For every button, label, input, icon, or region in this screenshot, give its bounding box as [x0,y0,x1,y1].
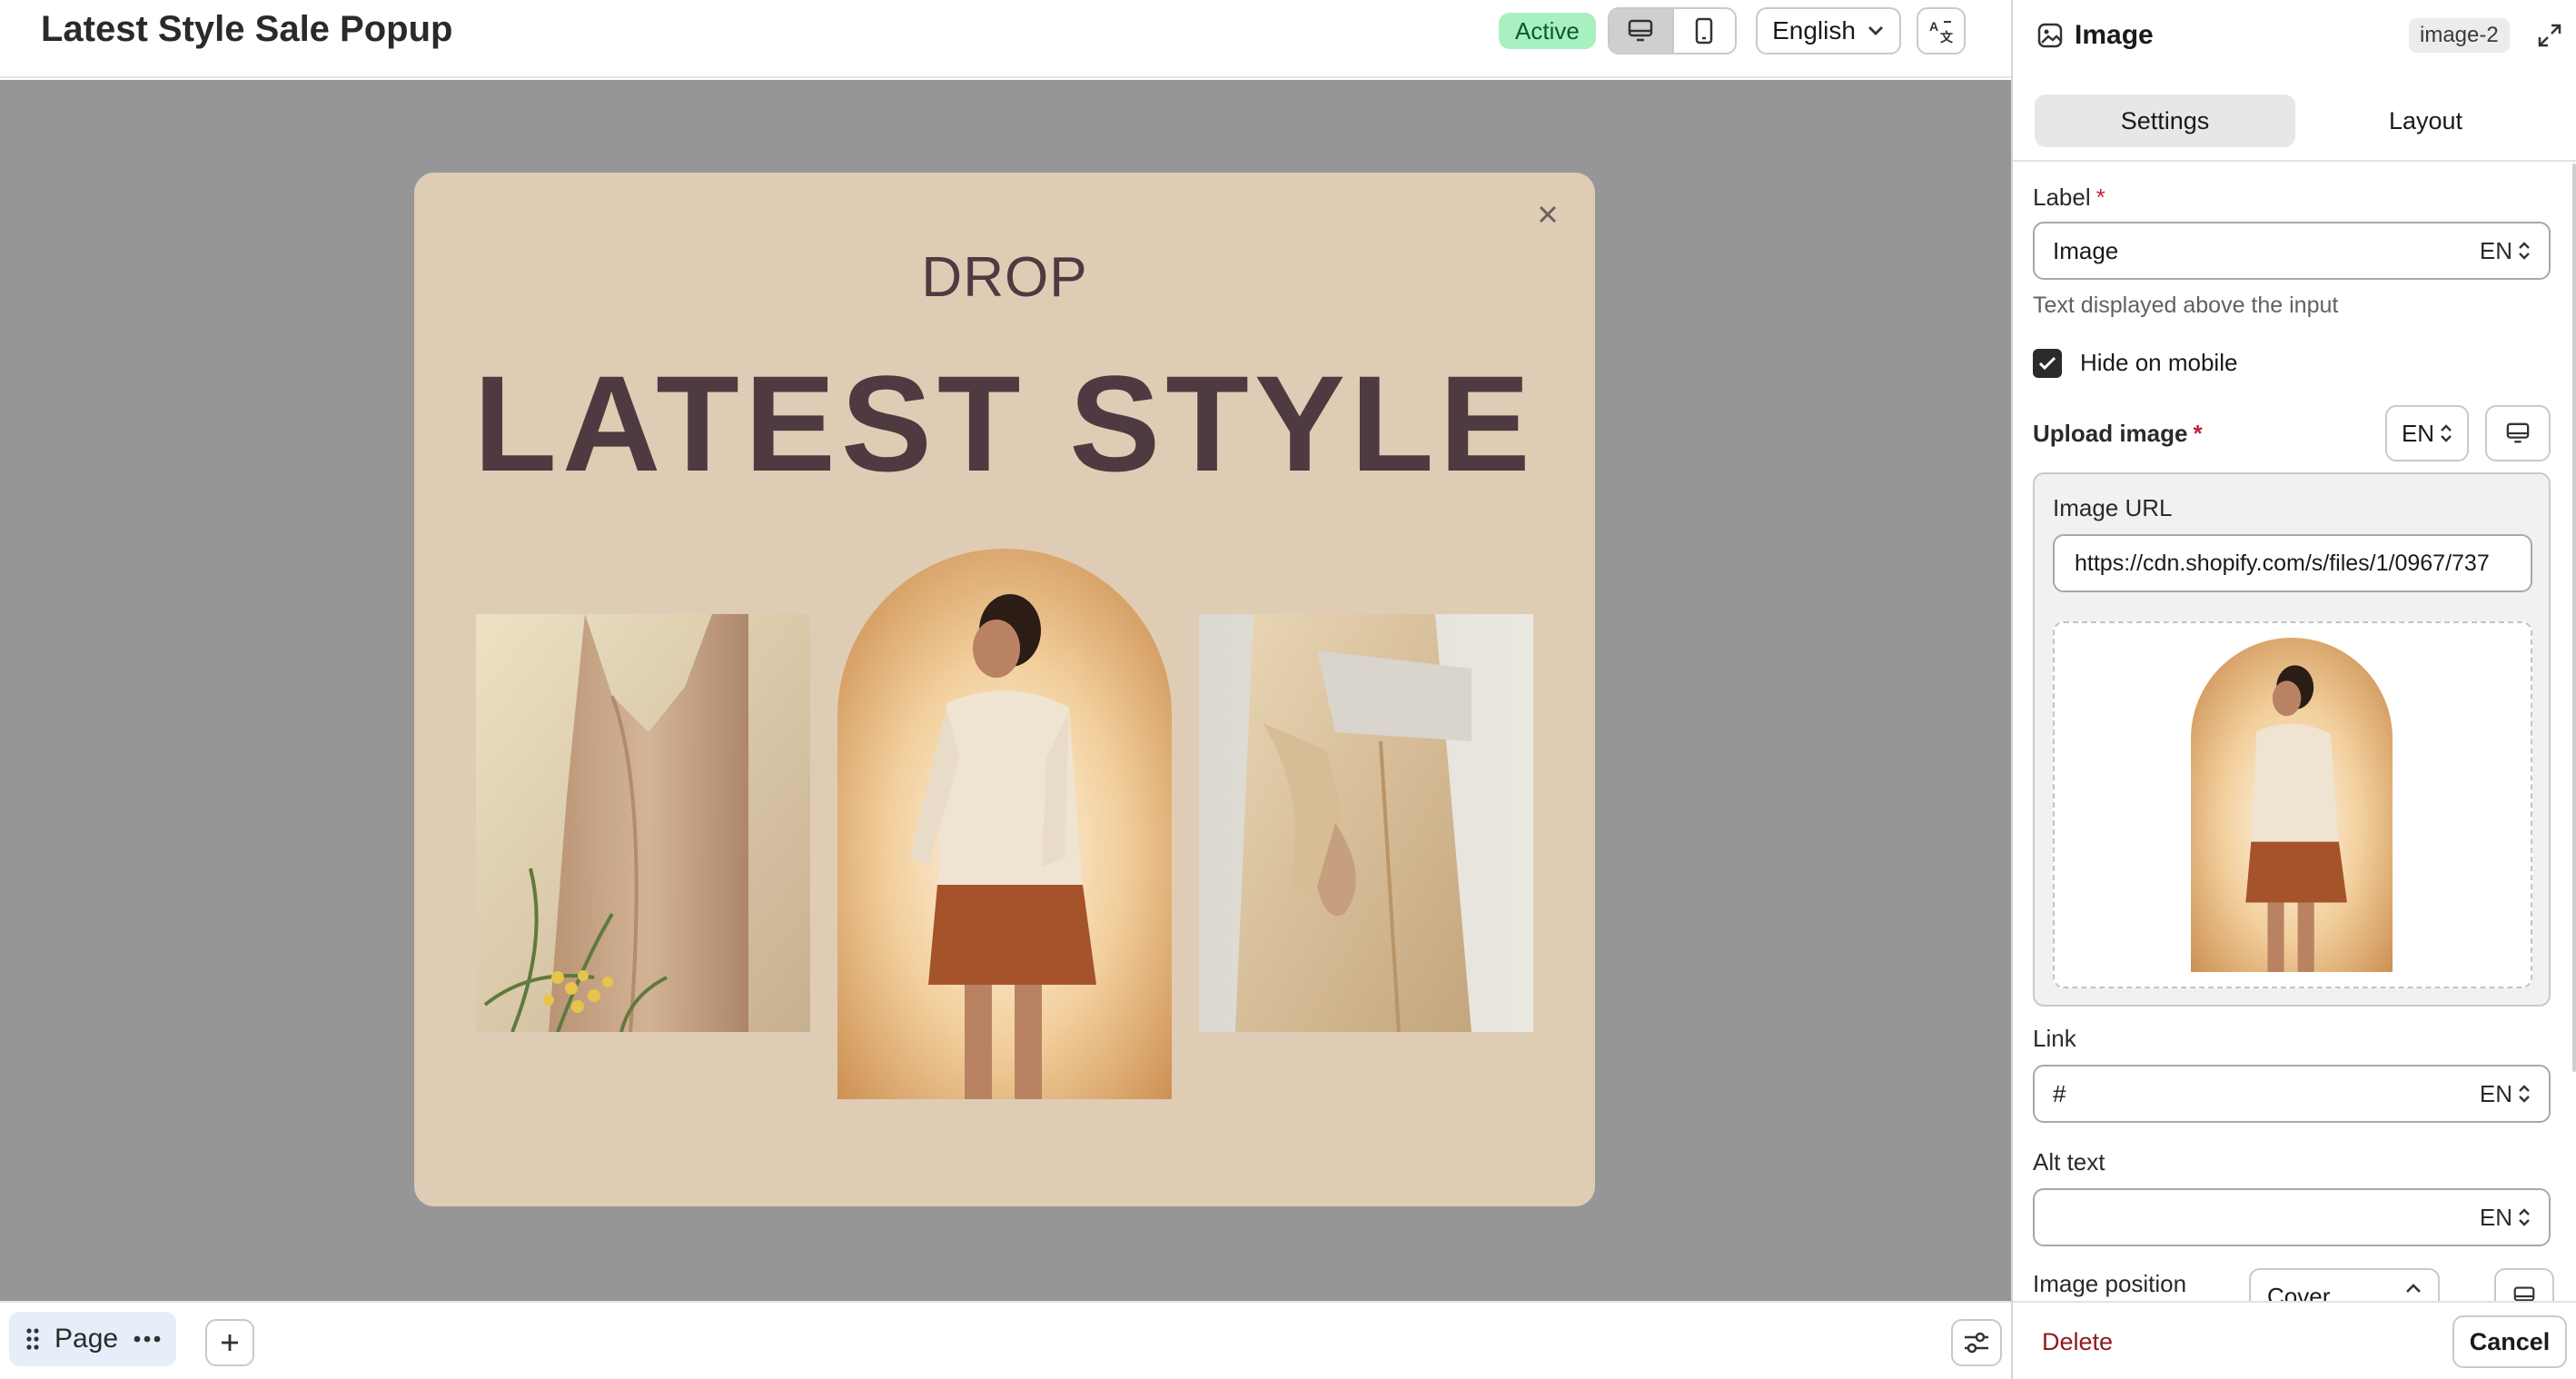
bottom-bar: Page [0,1301,2011,1379]
element-id-badge: image-2 [2409,18,2510,53]
link-label: Link [2033,1025,2076,1052]
page-selector[interactable]: Page [9,1312,176,1366]
drag-handle-icon [26,1328,39,1350]
sale-popup[interactable]: DROP LATEST STYLE [414,173,1595,1206]
image-icon [2037,23,2063,48]
dress-image[interactable] [476,614,810,1032]
upload-device-button[interactable] [2485,405,2551,461]
tabs-divider [2013,160,2576,162]
label-input-value: Image [2053,236,2119,264]
panel-footer: Delete Cancel [2013,1301,2576,1379]
image-dropzone[interactable] [2053,621,2532,988]
mobile-icon [1696,17,1713,45]
desktop-icon [1629,19,1653,42]
alt-locale-select[interactable]: EN [2480,1204,2531,1232]
model-image[interactable] [837,549,1172,1099]
image-preview-thumbnail [2191,638,2393,972]
svg-text:A: A [1929,19,1938,34]
add-page-button[interactable] [205,1319,254,1366]
editor-canvas: DROP LATEST STYLE [0,80,2011,1301]
panel-header: Image image-2 [2013,0,2576,73]
chevron-down-icon [1868,26,1883,35]
chevron-updown-icon [2519,1208,2530,1226]
canvas-settings-button[interactable] [1951,1319,2002,1366]
svg-text:文: 文 [1940,30,1954,45]
hide-mobile-label: Hide on mobile [2080,349,2238,376]
language-select[interactable]: English [1756,7,1901,55]
translate-button[interactable]: A文 [1917,7,1966,55]
panel-title: Image [2075,20,2154,50]
label-locale-select[interactable]: EN [2480,237,2531,265]
panel-scrollbar[interactable] [2572,164,2576,1072]
chevron-updown-icon [2519,1085,2530,1103]
translate-icon: A文 [1929,19,1954,45]
desktop-icon [2506,422,2530,443]
checkmark-icon [2038,356,2056,371]
tab-settings[interactable]: Settings [2035,94,2295,147]
label-field-label: Label * [2033,184,2105,211]
link-input[interactable]: # EN [2033,1065,2551,1123]
page-label: Page [54,1324,119,1354]
coat-image[interactable] [1199,614,1533,1032]
top-bar: Latest Style Sale Popup Active English A… [0,0,2011,78]
desktop-view-button[interactable] [1610,9,1672,53]
label-input[interactable]: Image EN [2033,222,2551,280]
image-position-label: Image position [2033,1270,2187,1297]
upload-image-box: Image URL https://cdn.shopify.com/s/file… [2033,472,2551,1007]
plus-icon [222,1334,238,1351]
link-input-value: # [2053,1079,2066,1107]
close-icon [1539,205,1557,223]
page-title: Latest Style Sale Popup [41,9,453,49]
alt-text-label: Alt text [2033,1148,2105,1176]
more-icon[interactable] [133,1334,162,1344]
alt-text-input[interactable]: EN [2033,1188,2551,1246]
required-marker: * [2095,184,2105,211]
image-url-label: Image URL [2053,494,2173,521]
popup-close-button[interactable] [1531,198,1564,231]
tab-layout[interactable]: Layout [2295,94,2556,147]
image-url-input[interactable]: https://cdn.shopify.com/s/files/1/0967/7… [2053,534,2532,592]
language-value: English [1772,16,1856,45]
device-toggle [1608,7,1737,55]
cancel-button[interactable]: Cancel [2452,1315,2567,1368]
sliders-icon [1965,1332,1988,1354]
hide-mobile-checkbox[interactable] [2033,349,2062,378]
status-badge: Active [1499,13,1596,49]
required-marker: * [2193,420,2203,447]
expand-icon[interactable] [2536,22,2563,49]
delete-button[interactable]: Delete [2042,1328,2113,1356]
mobile-view-button[interactable] [1671,9,1735,53]
panel-tabs: Settings Layout [2035,94,2556,147]
popup-title: LATEST STYLE [473,347,1536,500]
chevron-up-icon [2406,1284,2421,1293]
upload-locale-select[interactable]: EN [2385,405,2469,461]
label-help-text: Text displayed above the input [2033,293,2339,318]
link-locale-select[interactable]: EN [2480,1080,2531,1108]
image-settings-panel: Image image-2 Settings Layout Label * Ima… [2011,0,2576,1379]
popup-subtitle: DROP [921,246,1088,309]
chevron-updown-icon [2441,424,2452,442]
chevron-updown-icon [2519,242,2530,260]
upload-image-label: Upload image * [2033,420,2203,447]
